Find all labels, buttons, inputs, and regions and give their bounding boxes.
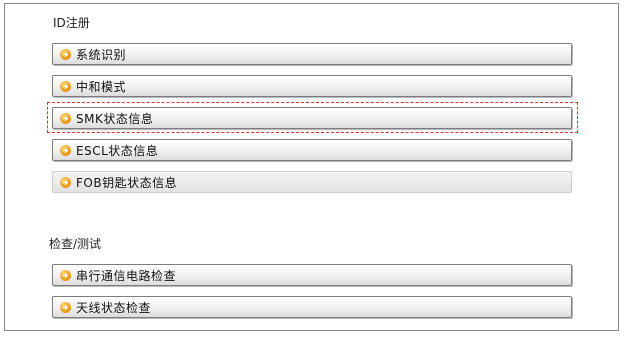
antenna-status-check-button[interactable]: 天线状态检查 — [52, 296, 572, 318]
smk-status-info-button[interactable]: SMK状态信息 — [52, 107, 572, 129]
arrow-bullet-icon — [60, 144, 71, 156]
escl-status-info-button[interactable]: ESCL状态信息 — [52, 139, 572, 161]
section-title-inspection-test: 检查/测试 — [49, 237, 102, 251]
arrow-bullet-icon — [60, 176, 71, 188]
menu-item-label: 系统识别 — [76, 47, 127, 62]
arrow-bullet-icon — [60, 301, 71, 313]
section-title-id-registration: ID注册 — [53, 16, 90, 30]
menu-item-label: SMK状态信息 — [76, 111, 154, 126]
menu-item-label: ESCL状态信息 — [76, 143, 159, 158]
menu-item-label: 串行通信电路检查 — [76, 268, 177, 283]
arrow-bullet-icon — [60, 269, 71, 281]
menu-item-label: FOB钥匙状态信息 — [76, 175, 178, 190]
menu-item-label: 中和模式 — [76, 79, 127, 94]
serial-communication-circuit-check-button[interactable]: 串行通信电路检查 — [52, 264, 572, 286]
fob-key-status-info-button[interactable]: FOB钥匙状态信息 — [52, 171, 572, 193]
system-identification-button[interactable]: 系统识别 — [52, 43, 572, 65]
arrow-bullet-icon — [60, 80, 71, 92]
arrow-bullet-icon — [60, 48, 71, 60]
neutral-mode-button[interactable]: 中和模式 — [52, 75, 572, 97]
menu-item-label: 天线状态检查 — [76, 300, 152, 315]
arrow-bullet-icon — [60, 112, 71, 124]
